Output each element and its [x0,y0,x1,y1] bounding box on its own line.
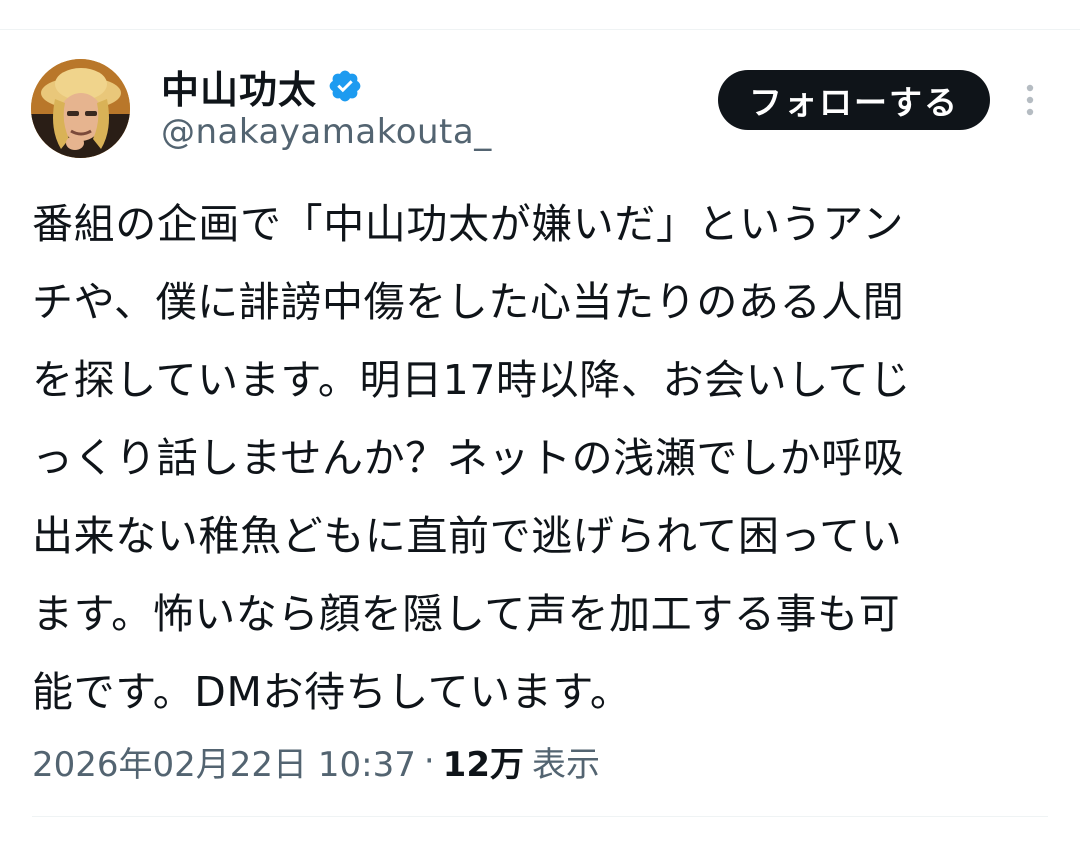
tweet-text-line: 能です。DMお待ちしています。 [32,668,632,716]
avatar-image [31,59,130,158]
views-label: 表示 [532,744,600,785]
tweet-text-line: を探しています。明日17時以降、お会いしてじ [32,356,911,404]
bottom-divider [32,816,1048,817]
views-count[interactable]: 12万 [443,737,524,786]
tweet-text-line: チや、僕に誹謗中傷をした心当たりのある人間 [32,278,905,326]
author-display-name[interactable]: 中山功太 [161,59,317,114]
author-handle[interactable]: @nakayamakouta_ [161,112,492,152]
meta-separator: · [423,741,435,781]
tweet-text-line: ます。怖いなら顔を隠して声を加工する事も可 [32,590,901,638]
author-avatar[interactable] [31,59,130,158]
verified-badge-icon [327,68,363,104]
tweet-meta: 2026年02月22日 10:37 · 12万 表示 [32,736,600,786]
follow-button[interactable]: フォローする [718,70,990,130]
tweet-text-line: 番組の企画で「中山功太が嫌いだ」というアン [32,200,904,248]
tweet-timestamp[interactable]: 2026年02月22日 10:37 [32,737,416,786]
more-vertical-icon[interactable] [1014,82,1046,118]
tweet-text-line: っくり話しませんか？ネットの浅瀬でしか呼吸 [32,434,905,482]
tweet-text: 番組の企画で「中山功太が嫌いだ」というアン チや、僕に誹謗中傷をした心当たりのあ… [32,185,1048,731]
top-divider [0,29,1080,30]
author-name-row: 中山功太 [161,60,363,112]
tweet-text-line: 出来ない稚魚どもに直前で逃げられて困ってい [32,512,903,560]
